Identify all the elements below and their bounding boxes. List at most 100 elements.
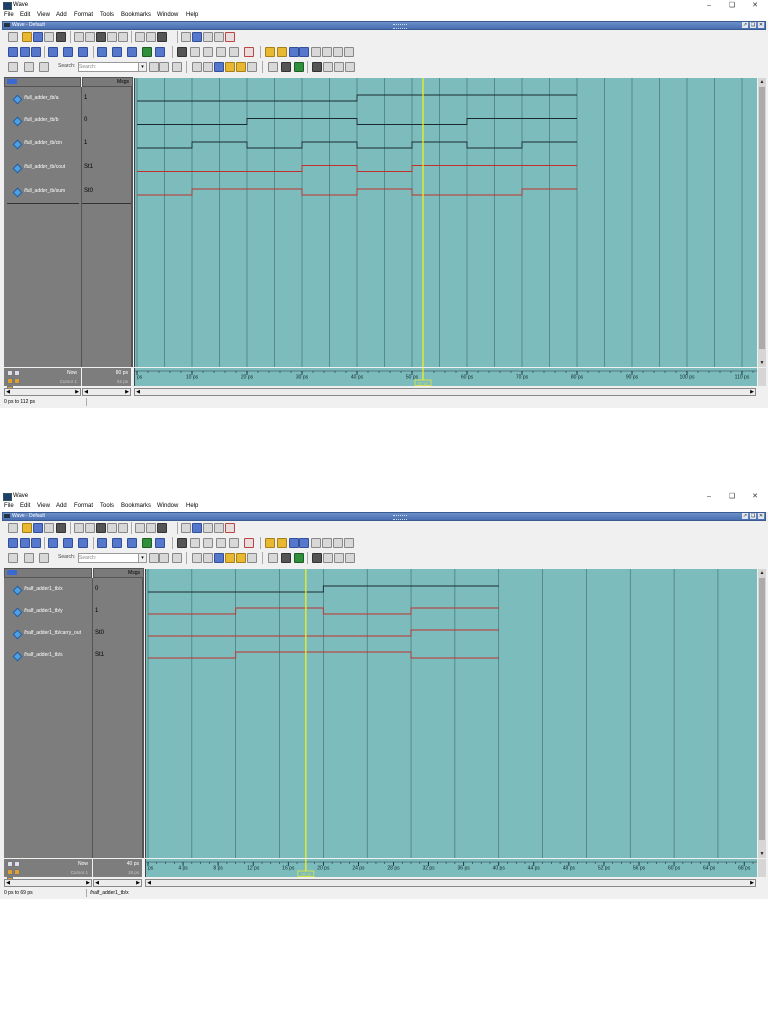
up-icon[interactable] <box>31 47 41 57</box>
next-transition-icon[interactable] <box>299 47 309 57</box>
paste-icon[interactable] <box>96 523 106 533</box>
vertical-scrollbar[interactable]: ▲ ▼ <box>758 569 766 858</box>
zoom-mode-icon[interactable] <box>190 538 200 548</box>
names-header[interactable] <box>4 568 92 578</box>
close-icon[interactable]: ✕ <box>749 492 761 501</box>
copy-icon[interactable] <box>85 32 95 42</box>
step-out-icon[interactable] <box>78 538 88 548</box>
menu-format[interactable]: Format <box>74 503 93 509</box>
signal-trace[interactable] <box>137 141 577 149</box>
close-icon[interactable]: ✕ <box>749 1 761 10</box>
dock-icon[interactable]: ↗ <box>742 22 748 28</box>
group-icon[interactable] <box>344 47 354 57</box>
names-hscrollbar[interactable]: ◀ ▶ <box>4 388 81 396</box>
float-icon[interactable]: ❏ <box>750 513 756 519</box>
wave-compare-icon[interactable] <box>181 32 191 42</box>
signal-row[interactable]: /half_adder1_tb/x <box>4 579 92 599</box>
cut-icon[interactable] <box>74 32 84 42</box>
subwindow-close-icon[interactable]: ✕ <box>758 22 764 28</box>
search-input[interactable] <box>78 553 144 563</box>
signal-trace[interactable] <box>137 94 577 102</box>
zoom-in-icon[interactable] <box>192 62 202 72</box>
scroll-left-icon[interactable]: ◀ <box>146 880 152 886</box>
expand-icon[interactable] <box>311 538 321 548</box>
msgs-header[interactable]: Msgs <box>82 77 133 87</box>
find-icon[interactable] <box>146 32 156 42</box>
scroll-right-icon[interactable]: ▶ <box>74 389 80 395</box>
step-out-icon[interactable] <box>78 47 88 57</box>
wave-hscrollbar[interactable]: ◀ ▶ <box>145 879 756 887</box>
run-all-icon[interactable] <box>112 538 122 548</box>
step-over-icon[interactable] <box>20 538 30 548</box>
signal-trace[interactable] <box>148 607 499 615</box>
restore-icon[interactable]: ❏ <box>726 492 738 501</box>
zoom-full-icon[interactable] <box>214 62 224 72</box>
wave-format-icon[interactable] <box>312 553 322 563</box>
lock-cursor-icon[interactable] <box>244 47 254 57</box>
signal-row[interactable]: /full_adder_tb/cin <box>4 133 81 153</box>
step-over-icon[interactable] <box>20 47 30 57</box>
scroll-down-icon[interactable]: ▼ <box>758 850 766 858</box>
search-options-icon[interactable] <box>172 553 182 563</box>
float-icon[interactable]: ❏ <box>750 22 756 28</box>
menu-help[interactable]: Help <box>186 12 198 18</box>
menu-tools[interactable]: Tools <box>100 503 114 509</box>
prev-edge-icon[interactable] <box>265 47 275 57</box>
prev-transition-icon[interactable] <box>289 538 299 548</box>
prev-edge-icon[interactable] <box>265 538 275 548</box>
insert-group-icon[interactable] <box>39 62 49 72</box>
menu-edit[interactable]: Edit <box>20 503 30 509</box>
edit-mode-icon[interactable] <box>203 47 213 57</box>
scroll-left-icon[interactable]: ◀ <box>5 880 11 886</box>
restore-icon[interactable]: ❏ <box>726 1 738 10</box>
waveform-pane[interactable] <box>145 569 757 858</box>
zoom-out-icon[interactable] <box>203 553 213 563</box>
cursor-add-icon[interactable] <box>216 538 226 548</box>
menu-tools[interactable]: Tools <box>100 12 114 18</box>
zoom-last-icon[interactable] <box>247 553 257 563</box>
insert-group-icon[interactable] <box>39 553 49 563</box>
wave-list-icon[interactable] <box>203 523 213 533</box>
waveform-pane[interactable] <box>134 78 757 367</box>
signal-row[interactable]: /half_adder1_tb/y <box>4 601 92 621</box>
signal-trace[interactable] <box>148 585 499 593</box>
open-folder-icon[interactable] <box>22 523 32 533</box>
cursor-delete-icon[interactable] <box>229 538 239 548</box>
menu-help[interactable]: Help <box>186 503 198 509</box>
search-input[interactable] <box>78 62 144 72</box>
redo-icon[interactable] <box>118 32 128 42</box>
signal-row[interactable]: /full_adder_tb/b <box>4 110 81 130</box>
cursor-lock-icons[interactable] <box>7 378 27 392</box>
next-transition-icon[interactable] <box>299 538 309 548</box>
cursor-tools-icons[interactable] <box>7 370 27 384</box>
vertical-scroll-thumb[interactable] <box>759 578 765 840</box>
restart-icon[interactable] <box>127 47 137 57</box>
scroll-right-icon[interactable]: ▶ <box>749 880 755 886</box>
filter-icon[interactable] <box>157 523 167 533</box>
search-dropdown-icon[interactable]: ▾ <box>138 553 147 563</box>
names-header[interactable] <box>4 77 81 87</box>
wave-hscrollbar[interactable]: ◀ ▶ <box>134 388 756 396</box>
cut-icon[interactable] <box>74 523 84 533</box>
zoom-in-icon[interactable] <box>192 553 202 563</box>
continue-icon[interactable] <box>63 538 73 548</box>
zoom-cursor-icon[interactable] <box>225 553 235 563</box>
search-dropdown-icon[interactable]: ▾ <box>138 62 147 72</box>
undo-icon[interactable] <box>107 32 117 42</box>
wave-cursor-icon[interactable] <box>192 32 202 42</box>
up-icon[interactable] <box>31 538 41 548</box>
reload-icon[interactable] <box>44 523 54 533</box>
save-icon[interactable] <box>33 523 43 533</box>
insert-breakpoint-icon[interactable] <box>24 62 34 72</box>
next-edge-icon[interactable] <box>277 538 287 548</box>
show-cursor-icon[interactable] <box>268 553 278 563</box>
menu-file[interactable]: File <box>4 12 14 18</box>
names-hscrollbar[interactable]: ◀ ▶ <box>4 879 92 887</box>
msgs-header[interactable]: Msgs <box>93 568 144 578</box>
insert-divider-icon[interactable] <box>8 553 18 563</box>
zoom-full-icon[interactable] <box>214 553 224 563</box>
scroll-left-icon[interactable]: ◀ <box>135 389 141 395</box>
signal-row[interactable]: /half_adder1_tb/carry_out <box>4 623 92 643</box>
copy-icon[interactable] <box>85 523 95 533</box>
scroll-right-icon[interactable]: ▶ <box>749 389 755 395</box>
